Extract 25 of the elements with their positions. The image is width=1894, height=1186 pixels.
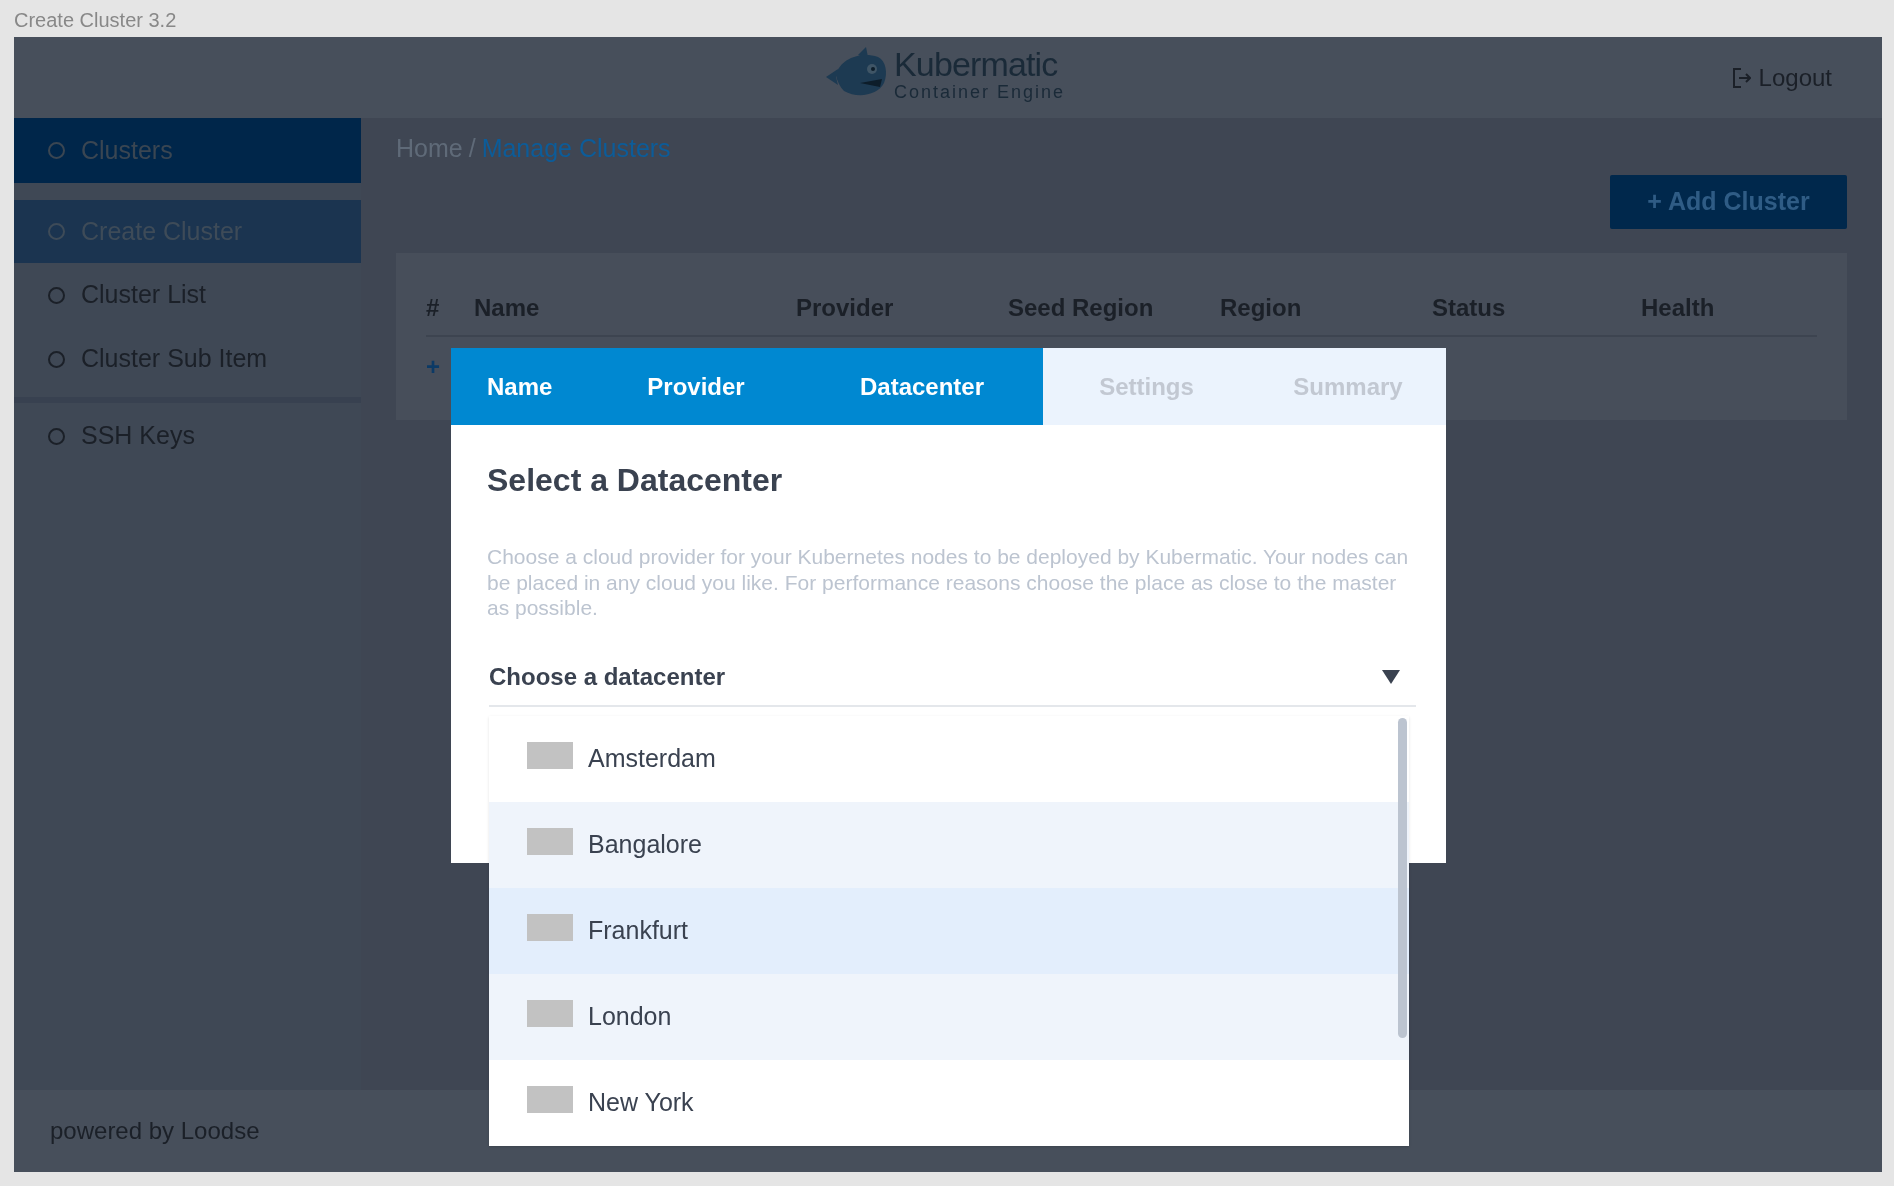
dialog-description: Choose a cloud provider for your Kubernetes nodes to be deployed by Kubermatic. Your nodes can be placed in any cloud you like. For performance reasons choose the place as close to the master as possible. (487, 544, 1410, 621)
flag-placeholder-icon (527, 741, 573, 769)
wizard-tab[interactable]: Provider (591, 348, 801, 425)
wizard-tab[interactable]: Name (451, 348, 591, 425)
sidebar-item[interactable]: Clusters (14, 118, 361, 183)
column-header: # (426, 293, 441, 323)
logout-icon (1732, 67, 1751, 88)
datacenter-option[interactable]: New York (489, 1060, 1409, 1146)
breadcrumb-separator: / (468, 133, 476, 165)
window-title: Create Cluster 3.2 (13, 8, 178, 33)
datacenter-option[interactable]: Bangalore (489, 802, 1409, 888)
add-row-link[interactable]: + (426, 349, 440, 385)
datacenter-option[interactable]: Frankfurt (489, 888, 1409, 974)
flag-placeholder-icon (527, 913, 573, 941)
datacenter-option[interactable]: London (489, 974, 1409, 1060)
breadcrumb-link[interactable]: Manage Clusters (481, 130, 671, 168)
flag-placeholder-icon (527, 999, 573, 1027)
caret-icon (1382, 669, 1400, 684)
add-cluster-button[interactable]: + Add Cluster (1610, 175, 1847, 229)
wizard-tab[interactable]: Datacenter (801, 348, 1043, 425)
datacenter-select[interactable]: Choose a datacenter (489, 648, 1416, 707)
flag-placeholder-icon (527, 1085, 573, 1113)
datacenter-option[interactable]: Amsterdam (489, 716, 1409, 802)
dialog-heading: Select a Datacenter (487, 461, 784, 500)
flag-placeholder-icon (527, 827, 573, 855)
